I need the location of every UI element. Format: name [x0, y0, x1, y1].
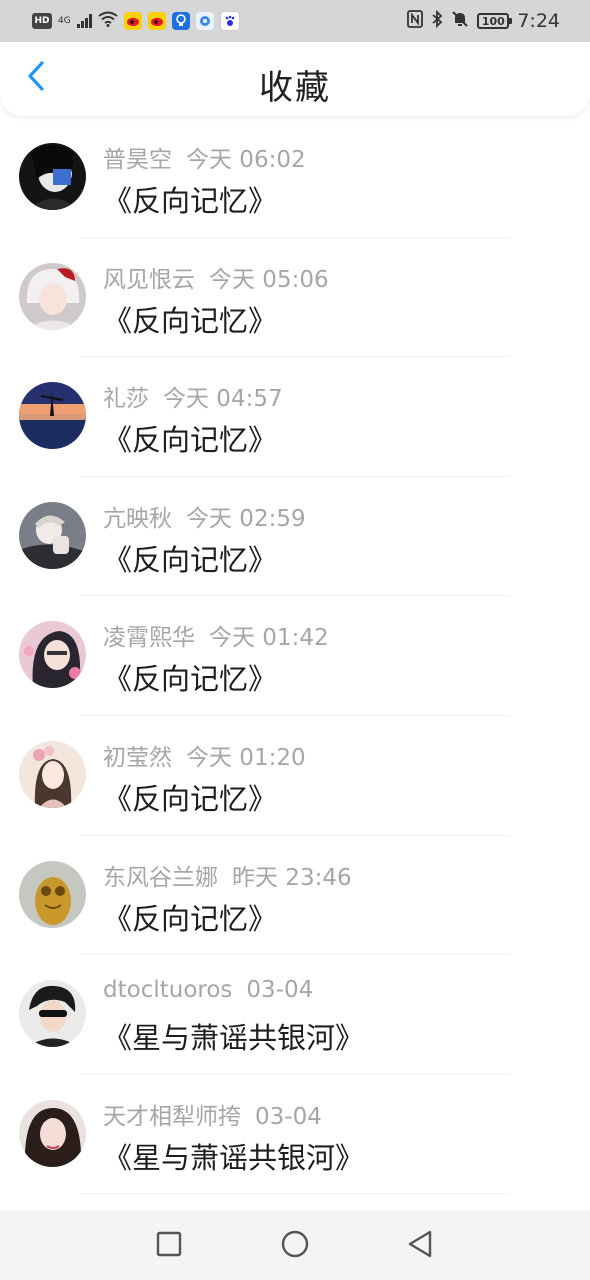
home-circle-icon	[281, 1230, 309, 1262]
bluetooth-icon	[431, 9, 443, 33]
network-type-icon: 4G	[58, 15, 71, 26]
list-item[interactable]: 初莹然 今天 01:20 《反向记忆》	[0, 716, 590, 836]
system-nav-bar	[0, 1210, 590, 1280]
page-title: 收藏	[259, 68, 331, 108]
username: 礼莎	[103, 386, 149, 413]
weibo-icon	[147, 12, 166, 30]
username: 亢映秋	[103, 505, 172, 532]
novel-title: 《反向记忆》	[103, 542, 278, 577]
mute-icon	[451, 10, 469, 33]
list-item[interactable]: 天才相犁师挎 03-04 《星与萧谣共银河》	[0, 1075, 590, 1195]
timestamp: 今天 01:20	[186, 744, 306, 771]
app-icon	[171, 12, 190, 30]
avatar[interactable]	[19, 740, 86, 808]
list-item[interactable]: 东风谷兰娜 昨天 23:46 《反向记忆》	[0, 836, 590, 956]
timestamp: 今天 01:42	[209, 625, 329, 652]
username: dtocltuoros	[103, 977, 233, 1004]
timestamp: 今天 05:06	[209, 266, 329, 293]
divider	[80, 1193, 510, 1195]
status-bar: HD 4G 100 7:24	[0, 0, 590, 42]
username: 初莹然	[103, 744, 172, 771]
favorites-list: 普昊空 今天 06:02 《反向记忆》 风见恨云 今天 05:06 《反向记忆》 礼…	[0, 118, 590, 1195]
list-item[interactable]: 风见恨云 今天 05:06 《反向记忆》	[0, 238, 590, 358]
baidu-icon	[219, 11, 240, 31]
signal-icon	[76, 14, 92, 28]
avatar[interactable]	[19, 1099, 86, 1167]
username: 普昊空	[103, 147, 172, 173]
nfc-icon	[407, 9, 424, 33]
timestamp: 今天 04:57	[163, 386, 283, 413]
list-item[interactable]: dtocltuoros 03-04 《星与萧谣共银河》	[0, 955, 590, 1075]
home-button[interactable]	[271, 1222, 319, 1270]
avatar[interactable]	[19, 262, 86, 330]
novel-title: 《反向记忆》	[103, 901, 278, 936]
novel-title: 《星与萧谣共银河》	[103, 1140, 365, 1175]
novel-title: 《反向记忆》	[103, 781, 278, 816]
back-triangle-icon	[407, 1230, 433, 1262]
header: 收藏	[0, 42, 590, 116]
timestamp: 今天 02:59	[186, 505, 306, 532]
weibo-icon	[123, 12, 142, 30]
username: 风见恨云	[103, 266, 195, 293]
battery-icon: 100	[477, 13, 513, 29]
avatar[interactable]	[19, 382, 86, 450]
list-item[interactable]: 亢映秋 今天 02:59 《反向记忆》	[0, 477, 590, 597]
list-item[interactable]: 礼莎 今天 04:57 《反向记忆》	[0, 357, 590, 477]
novel-title: 《反向记忆》	[103, 184, 278, 218]
timestamp: 03-04	[246, 977, 314, 1004]
username: 天才相犁师挎	[103, 1103, 241, 1130]
recents-square-icon	[156, 1231, 182, 1261]
avatar[interactable]	[19, 980, 86, 1048]
username: 凌霄熙华	[103, 625, 195, 652]
timestamp: 03-04	[255, 1103, 322, 1130]
back-nav-button[interactable]	[396, 1222, 444, 1270]
novel-title: 《星与萧谣共银河》	[103, 1021, 365, 1056]
timestamp: 今天 06:02	[186, 147, 306, 173]
timestamp: 昨天 23:46	[232, 864, 352, 891]
avatar[interactable]	[19, 143, 86, 210]
avatar[interactable]	[19, 501, 86, 569]
app-icon	[195, 12, 214, 30]
novel-title: 《反向记忆》	[103, 423, 278, 458]
avatar[interactable]	[19, 860, 86, 928]
list-item[interactable]: 凌霄熙华 今天 01:42 《反向记忆》	[0, 596, 590, 716]
username: 东风谷兰娜	[103, 864, 218, 891]
novel-title: 《反向记忆》	[103, 303, 278, 338]
novel-title: 《反向记忆》	[103, 662, 278, 697]
wifi-icon	[98, 11, 118, 31]
avatar[interactable]	[19, 621, 86, 689]
list-item[interactable]: 普昊空 今天 06:02 《反向记忆》	[0, 118, 590, 238]
clock: 7:24	[517, 10, 560, 32]
hd-icon: HD	[32, 13, 52, 29]
recents-button[interactable]	[145, 1222, 193, 1270]
